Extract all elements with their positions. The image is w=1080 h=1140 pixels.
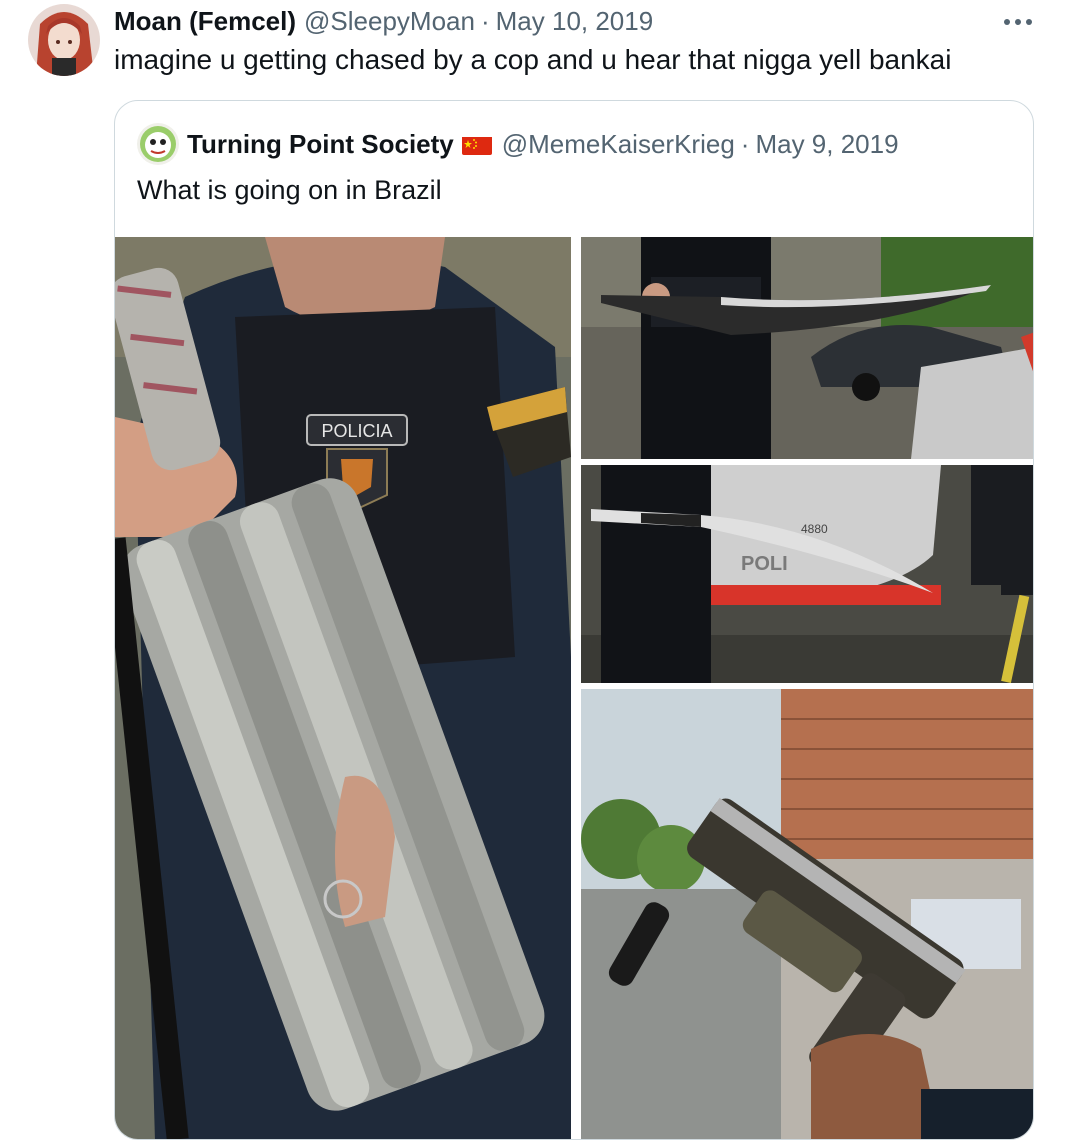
quoted-tweet-date[interactable]: May 9, 2019 [755, 129, 898, 160]
photo-improvised-revolver[interactable] [581, 689, 1033, 1139]
display-name[interactable]: Moan (Femcel) [114, 6, 296, 37]
plate-text: 4880 [801, 522, 828, 536]
photo-officer-giant-sword-2[interactable]: POLI 4880 [581, 465, 1033, 683]
quoted-display-name[interactable]: Turning Point Society [187, 129, 454, 160]
more-options-button[interactable] [1000, 8, 1036, 36]
separator: · [480, 5, 490, 36]
car-label-text: POLI [741, 553, 788, 575]
vest-label-text: POLICIA [321, 421, 392, 441]
more-horizontal-icon [1004, 19, 1032, 25]
quoted-tweet-card[interactable]: Turning Point Society @MemeKaiserKrieg ·… [114, 100, 1034, 1140]
tweet-text: imagine u getting chased by a cop and u … [114, 44, 952, 75]
photo-officer-giant-sword-1[interactable] [581, 237, 1033, 459]
photo-officer-multi-barrel-gun[interactable]: POLICIA [115, 237, 571, 1139]
quoted-separator: · [740, 128, 750, 159]
china-flag-icon [461, 134, 492, 155]
quoted-tweet-header: Turning Point Society @MemeKaiserKrieg ·… [187, 123, 899, 165]
quoted-tweet-text: What is going on in Brazil [137, 175, 442, 205]
quoted-avatar[interactable] [137, 123, 179, 165]
avatar[interactable] [28, 4, 100, 76]
quoted-user-handle[interactable]: @MemeKaiserKrieg [502, 129, 735, 160]
tweet-date[interactable]: May 10, 2019 [496, 6, 654, 37]
media-grid[interactable]: POLICIA POLI 4880 [115, 237, 1033, 1139]
tweet-header: Moan (Femcel) @SleepyMoan · May 10, 2019 [114, 4, 653, 38]
user-handle[interactable]: @SleepyMoan [304, 6, 475, 37]
